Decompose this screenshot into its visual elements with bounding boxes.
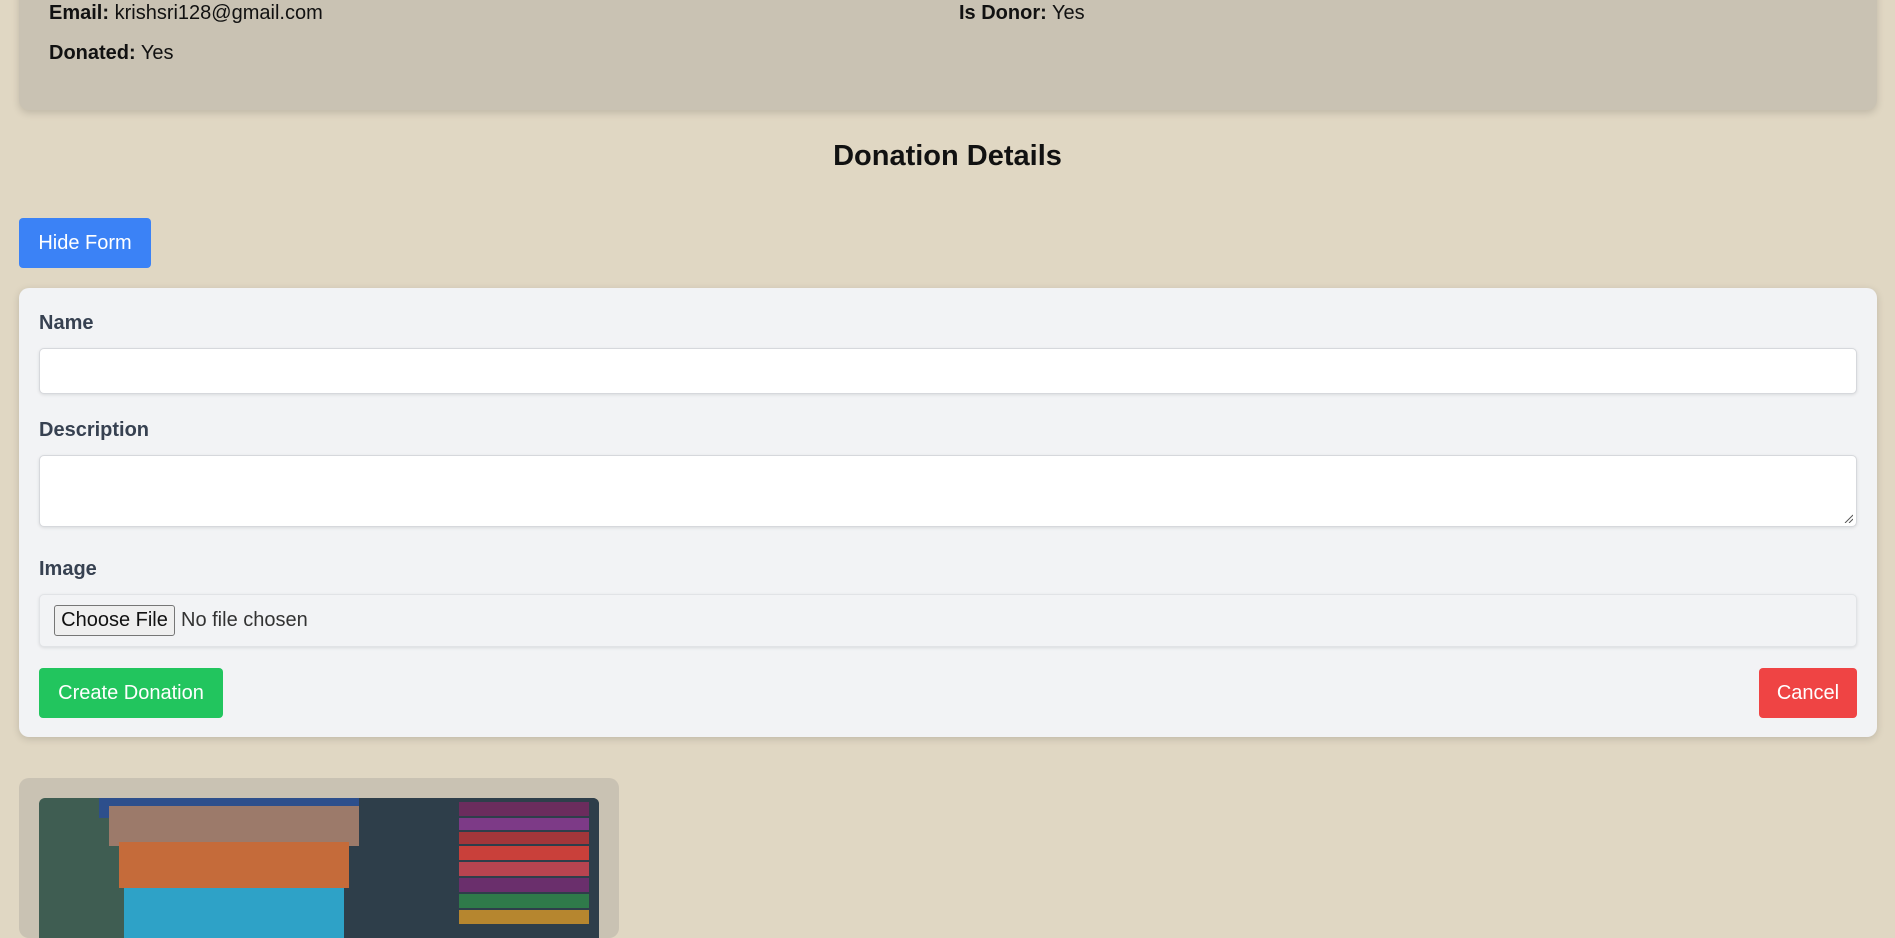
is-donor-value: Yes [1051, 2, 1085, 24]
is-donor-info: Is Donor: Yes [959, 2, 1085, 25]
donation-card[interactable] [19, 778, 619, 938]
section-title: Donation Details [833, 140, 1062, 172]
choose-file-button[interactable]: Choose File [54, 605, 175, 636]
donation-image [39, 798, 599, 938]
email-label: Email: [49, 2, 110, 24]
donated-value: Yes [140, 42, 174, 64]
name-label: Name [39, 312, 94, 334]
books-photo-image [39, 798, 599, 938]
name-input[interactable] [39, 348, 1857, 394]
donation-form: Name Description Image Choose File No fi… [19, 288, 1877, 737]
file-status-text: No file chosen [181, 609, 308, 631]
donated-label: Donated: [49, 42, 136, 64]
is-donor-label: Is Donor: [959, 2, 1047, 24]
hide-form-button[interactable]: Hide Form [19, 218, 151, 268]
image-file-input[interactable]: Choose File No file chosen [39, 594, 1857, 647]
donated-info: Donated: Yes [49, 42, 174, 65]
resize-handle-icon[interactable] [1843, 513, 1853, 523]
create-donation-button[interactable]: Create Donation [39, 668, 223, 718]
description-textarea[interactable] [39, 455, 1857, 527]
cancel-button[interactable]: Cancel [1759, 668, 1857, 718]
user-profile-card: Email: krishsri128@gmail.com Is Donor: Y… [19, 0, 1877, 110]
description-label: Description [39, 419, 150, 441]
image-label: Image [39, 558, 97, 580]
email-info: Email: krishsri128@gmail.com [49, 2, 323, 25]
email-value: krishsri128@gmail.com [114, 2, 323, 24]
